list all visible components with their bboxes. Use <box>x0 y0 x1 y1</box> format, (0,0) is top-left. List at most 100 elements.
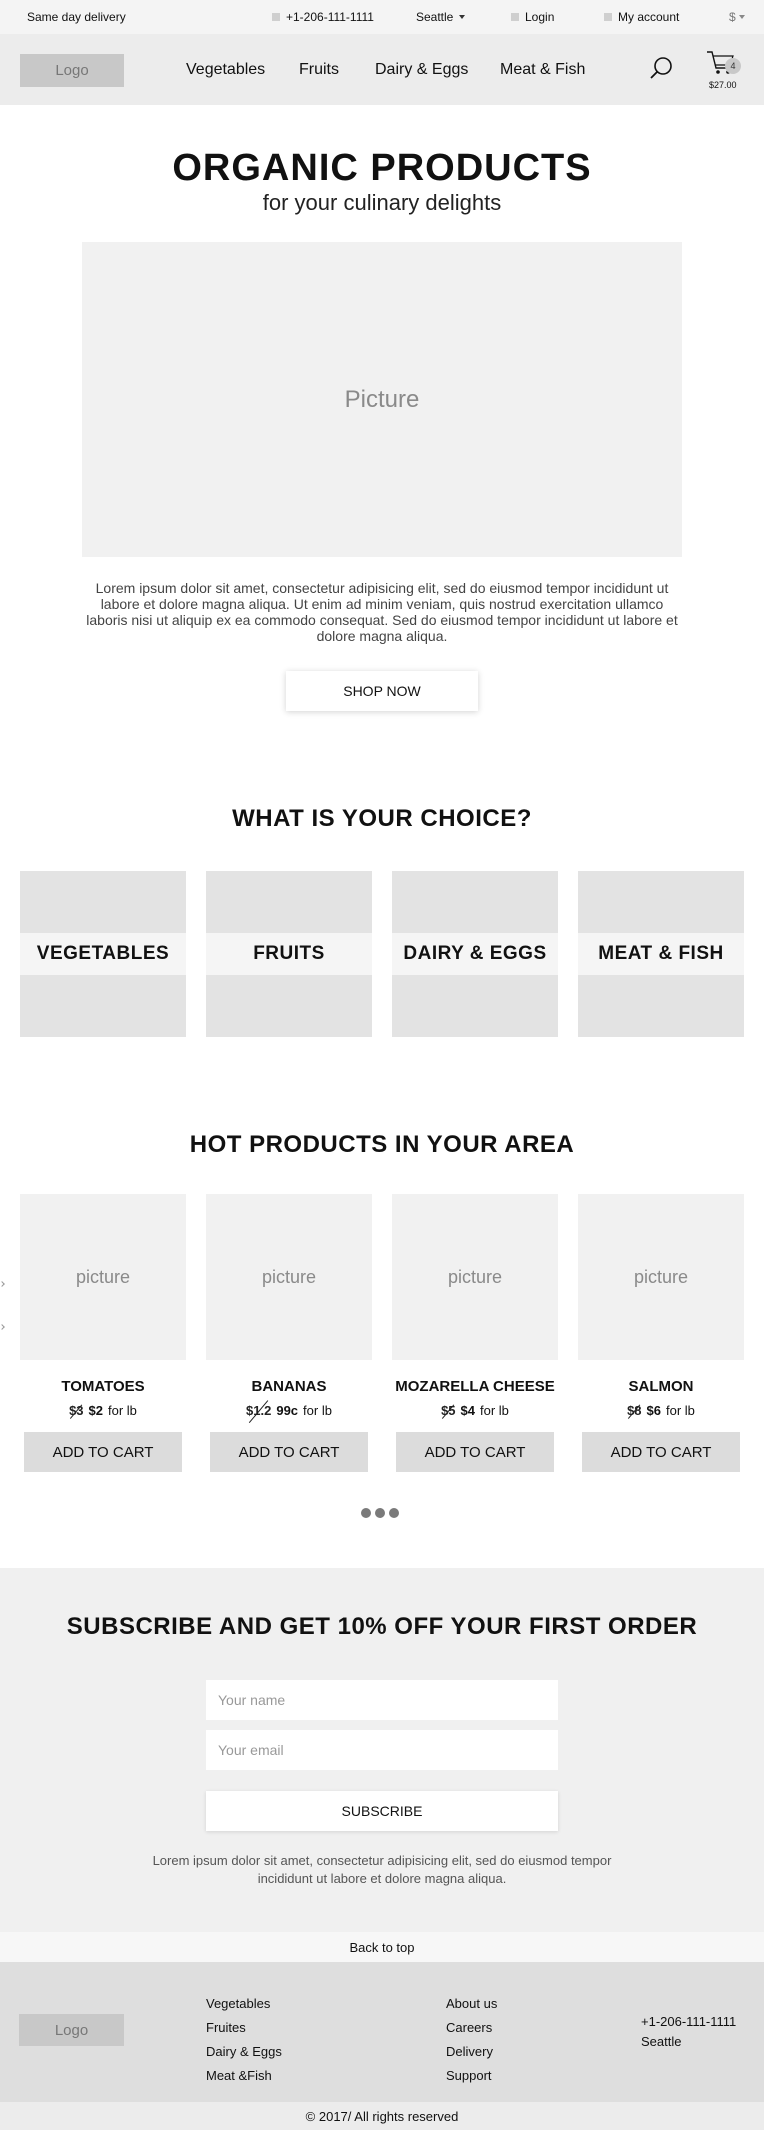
subscribe-section: SUBSCRIBE AND GET 10% OFF YOUR FIRST ORD… <box>0 1568 764 1932</box>
subscribe-title: SUBSCRIBE AND GET 10% OFF YOUR FIRST ORD… <box>66 1613 698 1640</box>
category-tile-dairy-eggs[interactable]: DAIRY & EGGS <box>392 871 558 1037</box>
footer: Logo Vegetables Fruites Dairy & Eggs Mea… <box>0 1962 764 2102</box>
login-label: Login <box>525 10 555 24</box>
old-price: $1.2 <box>246 1403 272 1418</box>
add-to-cart-button[interactable]: ADD TO CART <box>210 1432 368 1472</box>
add-to-cart-button[interactable]: ADD TO CART <box>24 1432 182 1472</box>
phone-number: +1-206-111-1111 <box>286 10 374 24</box>
product-name[interactable]: TOMATOES <box>20 1378 186 1395</box>
product-picture[interactable]: picture <box>392 1194 558 1360</box>
category-label: DAIRY & EGGS <box>392 933 558 975</box>
product-price: $3 $2 for lb <box>20 1403 186 1418</box>
carousel-dot[interactable] <box>389 1508 399 1518</box>
product-name[interactable]: SALMON <box>578 1378 744 1395</box>
subscribe-button[interactable]: SUBSCRIBE <box>206 1791 558 1831</box>
footer-link[interactable]: Careers <box>446 2016 497 2040</box>
delivery-info: Same day delivery <box>27 10 126 24</box>
category-label: MEAT & FISH <box>578 933 744 975</box>
product-picture[interactable]: picture <box>578 1194 744 1360</box>
search-icon <box>650 57 672 79</box>
old-price: $5 <box>441 1403 456 1418</box>
footer-link[interactable]: Vegetables <box>206 1992 282 2016</box>
new-price: $2 <box>88 1403 104 1418</box>
carousel-dots <box>361 1508 399 1518</box>
old-price: $3 <box>69 1403 84 1418</box>
header: Logo Vegetables Fruits Dairy & Eggs Meat… <box>0 34 764 105</box>
price-unit: for lb <box>108 1403 137 1418</box>
chevron-down-icon <box>738 15 745 19</box>
product-card: picture TOMATOES $3 $2 for lb ADD TO CAR… <box>20 1194 186 1472</box>
footer-link[interactable]: Support <box>446 2064 497 2088</box>
product-price: $1.2 99c for lb <box>206 1403 372 1418</box>
category-tile-fruits[interactable]: FRUITS <box>206 871 372 1037</box>
product-price: $8 $6 for lb <box>578 1403 744 1418</box>
page: Same day delivery +1-206-111-1111 Seattl… <box>0 0 764 2130</box>
footer-link[interactable]: About us <box>446 1992 497 2016</box>
back-to-top-link[interactable]: Back to top <box>0 1932 764 1962</box>
new-price: $6 <box>646 1403 662 1418</box>
add-to-cart-button[interactable]: ADD TO CART <box>396 1432 554 1472</box>
category-label: FRUITS <box>206 933 372 975</box>
new-price: $4 <box>460 1403 476 1418</box>
footer-link[interactable]: Delivery <box>446 2040 497 2064</box>
product-card: picture SALMON $8 $6 for lb ADD TO CART <box>578 1194 744 1472</box>
city-selector[interactable]: Seattle <box>416 10 466 24</box>
nav-item-fruits[interactable]: Fruits <box>299 61 339 79</box>
footer-contact: +1-206-111-1111 Seattle <box>641 2012 736 2052</box>
currency-label: $ <box>729 10 736 24</box>
nav-item-meat-fish[interactable]: Meat & Fish <box>500 61 585 79</box>
category-tile-meat-fish[interactable]: MEAT & FISH <box>578 871 744 1037</box>
search-button[interactable] <box>648 56 674 82</box>
top-bar: Same day delivery +1-206-111-1111 Seattl… <box>0 0 764 34</box>
product-price: $5 $4 for lb <box>392 1403 558 1418</box>
add-to-cart-button[interactable]: ADD TO CART <box>582 1432 740 1472</box>
cart-total: $27.00 <box>709 80 737 90</box>
nav-item-vegetables[interactable]: Vegetables <box>186 61 265 79</box>
phone-icon <box>272 13 280 21</box>
footer-logo[interactable]: Logo <box>19 2014 124 2046</box>
subscribe-note: Lorem ipsum dolor sit amet, consectetur … <box>152 1853 612 1886</box>
carousel-next-icon[interactable] <box>0 1324 5 1330</box>
cart-count-badge: 4 <box>725 58 741 74</box>
account-label: My account <box>618 10 680 24</box>
footer-link[interactable]: Meat &Fish <box>206 2064 282 2088</box>
products-title: HOT PRODUCTS IN YOUR AREA <box>189 1131 575 1158</box>
product-picture[interactable]: picture <box>206 1194 372 1360</box>
carousel-prev-icon[interactable] <box>0 1281 5 1287</box>
account-link[interactable]: My account <box>604 10 679 24</box>
phone-link[interactable]: +1-206-111-1111 <box>272 10 374 24</box>
hero-picture: Picture <box>82 242 682 557</box>
currency-selector[interactable]: $ <box>729 10 745 24</box>
city-label: Seattle <box>416 10 454 24</box>
hero-description: Lorem ipsum dolor sit amet, consectetur … <box>86 580 678 644</box>
category-tile-vegetables[interactable]: VEGETABLES <box>20 871 186 1037</box>
footer-link[interactable]: Fruites <box>206 2016 282 2040</box>
price-unit: for lb <box>666 1403 695 1418</box>
login-icon <box>511 13 519 21</box>
carousel-dot[interactable] <box>375 1508 385 1518</box>
new-price: 99c <box>276 1403 299 1418</box>
email-field[interactable]: Your email <box>206 1730 558 1770</box>
login-link[interactable]: Login <box>511 10 554 24</box>
chevron-down-icon <box>459 15 466 19</box>
old-price: $8 <box>627 1403 642 1418</box>
product-card: picture MOZARELLA CHEESE $5 $4 for lb AD… <box>392 1194 558 1472</box>
shop-now-button[interactable]: SHOP NOW <box>286 671 478 711</box>
footer-categories: Vegetables Fruites Dairy & Eggs Meat &Fi… <box>206 1992 282 2088</box>
footer-city: Seattle <box>641 2034 682 2049</box>
cart-button[interactable]: 4 $27.00 <box>706 48 752 92</box>
product-name[interactable]: BANANAS <box>206 1378 372 1395</box>
footer-phone[interactable]: +1-206-111-1111 <box>641 2012 736 2032</box>
nav-item-dairy-eggs[interactable]: Dairy & Eggs <box>375 61 468 79</box>
product-picture[interactable]: picture <box>20 1194 186 1360</box>
carousel-dot[interactable] <box>361 1508 371 1518</box>
footer-link[interactable]: Dairy & Eggs <box>206 2040 282 2064</box>
choice-title: WHAT IS YOUR CHOICE? <box>232 805 532 832</box>
category-label: VEGETABLES <box>20 933 186 975</box>
hero-subtitle: for your culinary delights <box>262 190 502 215</box>
copyright: © 2017/ All rights reserved <box>0 2102 764 2130</box>
hero-title: ORGANIC PRODUCTS <box>172 147 592 189</box>
account-icon <box>604 13 612 21</box>
product-name[interactable]: MOZARELLA CHEESE <box>392 1378 558 1395</box>
name-field[interactable]: Your name <box>206 1680 558 1720</box>
